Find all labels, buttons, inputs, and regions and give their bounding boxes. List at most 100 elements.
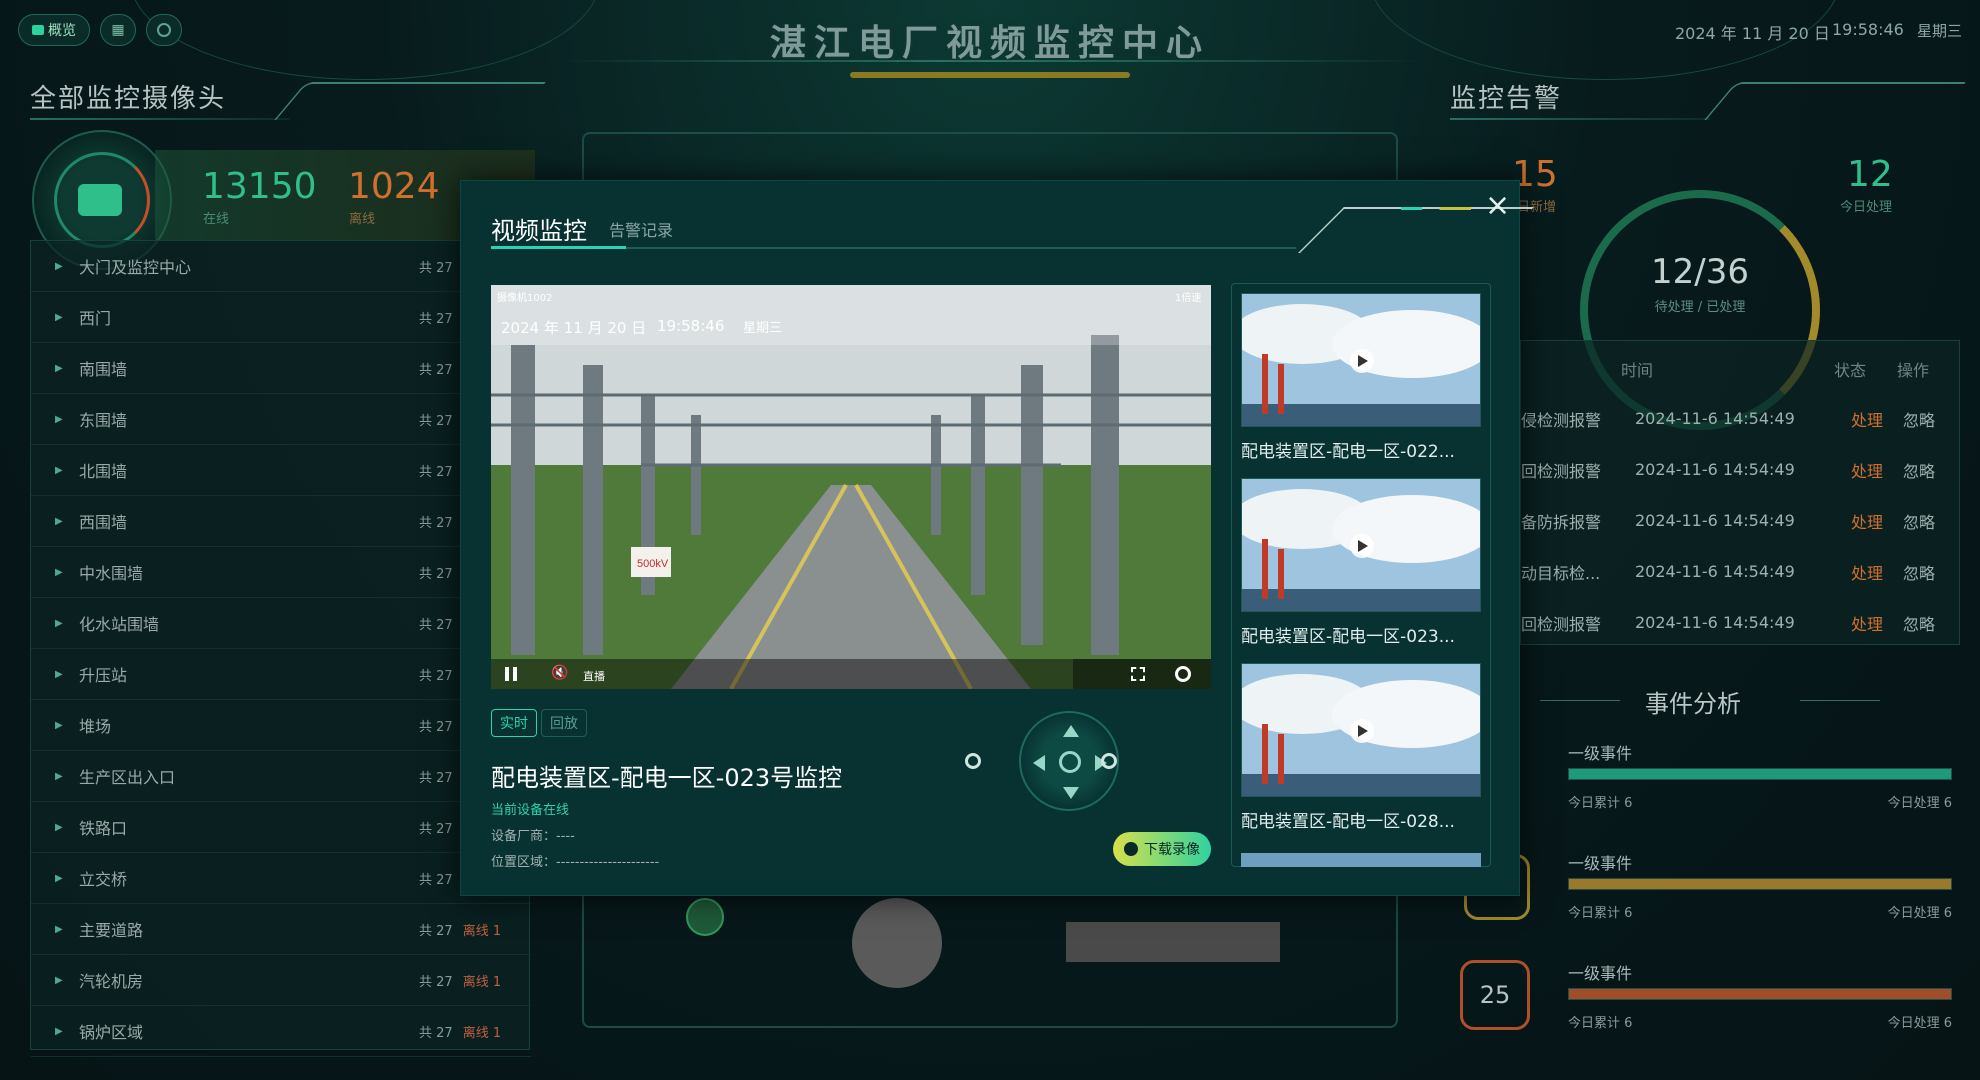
alarm-table: 时间 状态 操作 侵检测报警 2024-11-6 14:54:49 处理 忽略 回检测报… — [1520, 340, 1960, 645]
camera-group-count: 共 27 — [419, 821, 453, 837]
camera-group-item[interactable]: ▶ 铁路口 共 27 — [31, 802, 531, 853]
alarm-handle-link[interactable]: 处理 — [1851, 509, 1903, 533]
overview-label: 概览 — [48, 23, 76, 39]
camera-group-item[interactable]: ▶ 北围墙 共 27 — [31, 445, 531, 496]
grid-view-button[interactable]: ▦ — [100, 14, 136, 46]
event-bar — [1568, 988, 1952, 1000]
header-date: 2024 年 11 月 20 日 — [1675, 24, 1830, 43]
alarm-time: 2024-11-6 14:54:49 — [1635, 460, 1795, 479]
offline-label: 离线 — [349, 212, 376, 227]
camera-group-name: 大门及监控中心 — [79, 258, 192, 277]
event-item: 一级事件 今日累计 6 今日处理 6 — [1568, 736, 1952, 826]
camera-group-item[interactable]: ▶ 南围墙 共 27 — [31, 343, 531, 394]
camera-group-name: 汽轮机房 — [79, 972, 144, 991]
event-handled-label: 今日处理 6 — [1887, 906, 1952, 921]
camera-group-item[interactable]: ▶ 主要道路 共 27 离线 1 — [31, 904, 531, 955]
offline-count: 1024 — [348, 166, 440, 207]
event-total-label: 今日累计 6 — [1568, 906, 1633, 921]
event-total-label: 今日累计 6 — [1568, 1016, 1633, 1031]
camera-group-list: ▶ 大门及监控中心共 27 ▶ 西门共 27 ▶ 南围墙共 27 ▶ 东围墙共 27 ▶ 北围墙共… — [30, 240, 531, 1057]
grid-icon: ▦ — [111, 22, 125, 38]
event-name: 一级事件 — [1568, 964, 1633, 983]
caret-right-icon: ▶ — [55, 668, 63, 680]
settings-button[interactable] — [146, 14, 182, 46]
alarm-type: 动目标检... — [1521, 563, 1601, 583]
camera-group-count: 共 27 — [419, 311, 453, 327]
alarm-row: 侵检测报警 2024-11-6 14:54:49 处理 忽略 — [1521, 393, 1961, 444]
camera-group-item[interactable]: ▶ 堆场 共 27 — [31, 700, 531, 751]
header-time: 19:58:46 — [1832, 20, 1904, 39]
camera-marker-icon[interactable] — [686, 898, 724, 936]
camera-group-offline: 离线 1 — [462, 923, 502, 939]
camera-group-item[interactable]: ▶ 锅炉区域 共 27 离线 1 — [31, 1006, 531, 1057]
thumbnail-partial — [1241, 853, 1481, 867]
alarm-ignore-link[interactable]: 忽略 — [1903, 509, 1943, 533]
camera-group-item[interactable]: ▶ 西围墙 共 27 — [31, 496, 531, 547]
alarm-ignore-link[interactable]: 忽略 — [1903, 560, 1943, 584]
camera-group-name: 主要道路 — [79, 921, 144, 940]
caret-right-icon: ▶ — [55, 566, 63, 578]
camera-thumbnail[interactable] — [1241, 478, 1481, 612]
event-bar — [1568, 878, 1952, 890]
camera-group-item[interactable]: ▶ 生产区出入口 共 27 — [31, 751, 531, 802]
camera-group-count: 共 27 — [419, 1025, 453, 1041]
alarm-handle-link[interactable]: 处理 — [1851, 611, 1903, 635]
alarm-ignore-link[interactable]: 忽略 — [1903, 611, 1943, 635]
caret-right-icon: ▶ — [55, 923, 63, 935]
header-deco-left — [130, 0, 600, 80]
center-round-button[interactable] — [852, 898, 942, 988]
page-title: 湛江电厂视频监控中心 — [769, 23, 1210, 64]
caret-right-icon: ▶ — [55, 260, 63, 272]
alarm-row: 备防拆报警 2024-11-6 14:54:49 处理 忽略 — [1521, 495, 1961, 546]
alarm-handle-link[interactable]: 处理 — [1851, 560, 1903, 584]
camera-group-item[interactable]: ▶ 立交桥 共 27 — [31, 853, 531, 904]
camera-group-name: 东围墙 — [79, 411, 128, 430]
chat-icon — [32, 25, 44, 35]
alarm-type: 侵检测报警 — [1521, 410, 1602, 430]
event-analysis-title: 事件分析 — [1645, 690, 1741, 718]
thumbnail-label: 配电装置区-配电一区-028... — [1241, 812, 1455, 832]
caret-right-icon: ▶ — [55, 770, 63, 782]
camera-thumbnail[interactable] — [1241, 293, 1481, 427]
caret-right-icon: ▶ — [55, 872, 63, 884]
event-title-line-right — [1800, 700, 1880, 701]
event-handled-label: 今日处理 6 — [1887, 1016, 1952, 1031]
caret-right-icon: ▶ — [55, 821, 63, 833]
camera-group-item[interactable]: ▶ 升压站 共 27 — [31, 649, 531, 700]
event-title-line-left — [1540, 700, 1620, 701]
camera-group-count: 共 27 — [419, 770, 453, 786]
camera-thumbnail[interactable] — [1241, 663, 1481, 797]
event-bar — [1568, 768, 1952, 780]
alarm-ignore-link[interactable]: 忽略 — [1903, 458, 1943, 482]
camera-group-count: 共 27 — [419, 872, 453, 888]
col-action: 操作 — [1897, 361, 1930, 380]
camera-group-count: 共 27 — [419, 413, 453, 429]
handled-today-label: 今日处理 — [1840, 200, 1893, 215]
alarm-type: 回检测报警 — [1521, 461, 1602, 481]
alarm-type: 备防拆报警 — [1521, 512, 1602, 532]
alarm-handle-link[interactable]: 处理 — [1851, 458, 1903, 482]
thumbnail-label: 配电装置区-配电一区-022... — [1241, 442, 1455, 462]
online-count: 13150 — [202, 166, 317, 207]
camera-group-count: 共 27 — [419, 464, 453, 480]
camera-group-item[interactable]: ▶ 大门及监控中心 共 27 — [31, 241, 531, 292]
camera-group-item[interactable]: ▶ 东围墙 共 27 — [31, 394, 531, 445]
camera-group-offline: 离线 1 — [462, 1025, 502, 1041]
handled-today-count: 12 — [1847, 154, 1893, 195]
header-accent — [850, 72, 1130, 78]
alarm-handle-link[interactable]: 处理 — [1851, 407, 1903, 431]
camera-group-count: 共 27 — [419, 566, 453, 582]
camera-group-item[interactable]: ▶ 中水围墙 共 27 — [31, 547, 531, 598]
online-label: 在线 — [203, 212, 230, 227]
alarm-ignore-link[interactable]: 忽略 — [1903, 407, 1943, 431]
camera-group-name: 西门 — [79, 309, 112, 328]
camera-group-name: 化水站围墙 — [79, 615, 160, 634]
alarm-time: 2024-11-6 14:54:49 — [1635, 562, 1795, 581]
camera-group-item[interactable]: ▶ 西门 共 27 — [31, 292, 531, 343]
camera-group-item[interactable]: ▶ 汽轮机房 共 27 离线 1 — [31, 955, 531, 1006]
alarm-row: 动目标检... 2024-11-6 14:54:49 处理 忽略 — [1521, 546, 1961, 597]
camera-group-item[interactable]: ▶ 化水站围墙 共 27 — [31, 598, 531, 649]
header: 概览 ▦ 湛江电厂视频监控中心 2024 年 11 月 20 日 19:58:4… — [0, 0, 1980, 80]
overview-button[interactable]: 概览 — [18, 14, 90, 46]
camera-group-count: 共 27 — [419, 362, 453, 378]
